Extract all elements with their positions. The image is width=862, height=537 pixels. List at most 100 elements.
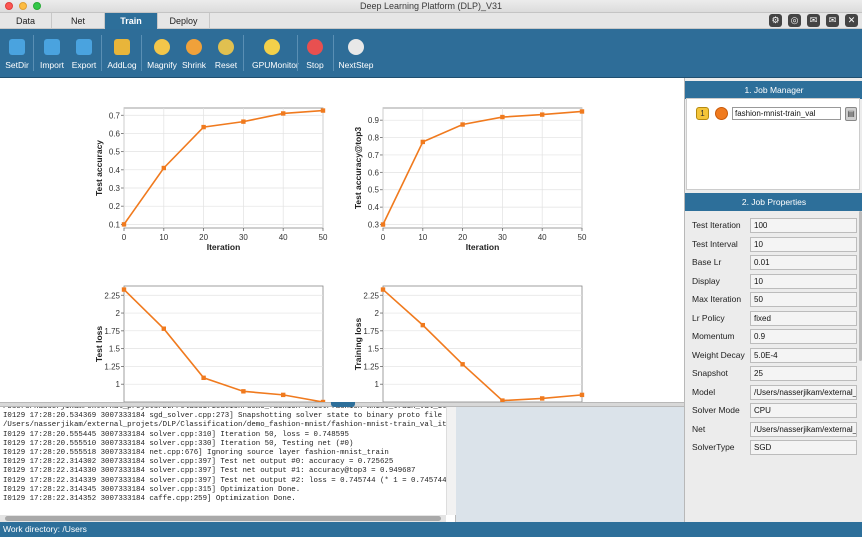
trash-icon[interactable]: ▤ [845, 107, 857, 121]
reset-button[interactable]: Reset [206, 35, 246, 75]
property-value-field[interactable]: 10 [750, 273, 857, 289]
x-tick-label: 10 [418, 233, 427, 242]
property-label: Solver Mode [692, 405, 740, 415]
log-horizontal-scrollbar[interactable] [0, 515, 446, 522]
property-value-field[interactable]: 10 [750, 236, 857, 252]
close-icon[interactable]: ✕ [845, 14, 858, 27]
y-axis-label: Test accuracy [94, 140, 104, 196]
addlog-button[interactable]: AddLog [102, 35, 142, 75]
data-point [420, 322, 425, 328]
x-tick-label: 10 [159, 233, 168, 242]
settings-icon[interactable]: ⚙ [769, 14, 782, 27]
x-tick-label: 50 [319, 233, 328, 242]
addlog-label: AddLog [107, 60, 137, 70]
x-tick-label: 50 [578, 233, 587, 242]
y-tick-label: 2 [116, 309, 121, 318]
y-tick-label: 1.75 [104, 327, 120, 336]
property-value-field[interactable]: CPU [750, 403, 857, 418]
main-tab-bar: Data Net Train Deploy ⚙ ◎ ✉ ✉ ✕ [0, 13, 862, 29]
job-properties-header: 2. Job Properties [685, 193, 862, 211]
shrink-icon [186, 39, 202, 55]
data-point [380, 222, 386, 227]
y-tick-label: 0.6 [109, 129, 121, 138]
data-point [540, 396, 545, 401]
compass-icon[interactable]: ◎ [788, 14, 801, 27]
log-line: I0129 17:28:22.314330 3007333184 solver.… [3, 467, 416, 476]
y-tick-label: 1 [116, 380, 121, 389]
y-tick-label: 0.8 [368, 134, 380, 143]
window-title: Deep Learning Platform (DLP)_V31 [359, 1, 503, 11]
x-axis-label: Iteration [466, 242, 500, 252]
plot-area [382, 107, 583, 229]
log-console[interactable]: /Users/nasserjikam/external_projets/DLP/… [0, 407, 456, 522]
y-tick-label: 0.5 [109, 148, 121, 157]
nextstep-button[interactable]: NextStep [336, 35, 376, 75]
charts-panel: 0.1 0.2 0.3 0.4 0.5 0.6 0.7 0 10 20 30 40 50 Iteratio… [0, 78, 684, 402]
tab-net[interactable]: Net [52, 13, 105, 29]
eye-icon [264, 39, 280, 55]
import-icon [44, 39, 60, 55]
property-value-field[interactable]: 25 [750, 366, 857, 381]
job-status-indicator [715, 107, 728, 120]
toolbar: SetDir Import Export AddLog Magnify Shri… [0, 29, 862, 78]
export-button[interactable]: Export [64, 35, 104, 75]
job-name-field[interactable]: fashion-mnist-train_val [732, 107, 841, 120]
x-tick-label: 0 [381, 233, 386, 242]
gpumonitor-button[interactable]: GPUMonitor [252, 35, 299, 75]
property-label: Test Iteration [692, 220, 741, 230]
y-tick-label: 1.25 [104, 362, 120, 371]
data-point [161, 165, 166, 171]
stop-button[interactable]: Stop [295, 35, 335, 75]
tab-deploy[interactable]: Deploy [158, 13, 210, 29]
y-tick-label: 1.5 [109, 345, 121, 354]
tab-data[interactable]: Data [0, 13, 52, 29]
stop-label: Stop [306, 60, 324, 70]
toolbar-separator [333, 35, 334, 71]
job-index-badge[interactable]: 1 [696, 107, 709, 120]
log-line: /Users/nasserjikam/external_projets/DLP/… [3, 421, 456, 430]
property-value-field[interactable]: 0.01 [750, 255, 857, 270]
log-line: I0129 17:28:20.555445 3007333184 solver.… [3, 430, 349, 439]
plot-area [123, 107, 324, 229]
log-line: I0129 17:28:22.314352 3007333184 caffe.c… [3, 495, 296, 504]
log-scroll-thumb[interactable] [5, 516, 441, 521]
data-point [460, 362, 465, 367]
data-point [579, 109, 585, 114]
stop-icon [307, 39, 323, 55]
mail-icon[interactable]: ✉ [826, 14, 839, 27]
data-point [161, 326, 166, 331]
status-bar: Work directory: /Users [0, 522, 862, 537]
y-tick-label: 0.6 [368, 168, 380, 177]
property-value-field[interactable]: /Users/nasserjikam/external_projets [750, 421, 857, 437]
property-value-field[interactable]: 0.9 [750, 329, 857, 344]
data-point [121, 287, 127, 292]
property-label: Net [692, 423, 706, 434]
export-icon [76, 39, 92, 55]
y-axis-label: Training loss [353, 318, 363, 371]
y-tick-label: 1.75 [363, 327, 379, 336]
data-point [281, 392, 286, 398]
y-tick-label: 0.1 [109, 220, 121, 229]
tab-train[interactable]: Train [105, 13, 158, 29]
gpumonitor-label: GPUMonitor [252, 60, 299, 70]
data-point [500, 114, 505, 120]
charts-canvas: 0.10.20.30.40.50.60.70 10 20 30 40 50Iteratio… [94, 107, 587, 402]
property-value-field[interactable]: /Users/nasserjikam/external_projets [750, 384, 857, 400]
log-vertical-scrollbar[interactable] [446, 407, 456, 515]
data-point [201, 124, 206, 130]
y-tick-label: 0.4 [109, 166, 121, 175]
y-tick-label: 1.25 [363, 362, 379, 371]
property-label: Momentum [692, 331, 735, 341]
folder-open-icon [114, 39, 130, 55]
property-value-field[interactable]: 100 [750, 218, 857, 233]
x-tick-label: 40 [538, 233, 547, 242]
data-point [201, 375, 206, 381]
property-value-field[interactable]: 50 [750, 292, 857, 307]
property-value-field[interactable]: fixed [750, 310, 857, 326]
data-point [540, 112, 545, 117]
chat-icon[interactable]: ✉ [807, 14, 820, 27]
property-value-field[interactable]: 5.0E-4 [750, 347, 857, 363]
y-tick-label: 2.25 [363, 291, 379, 300]
x-tick-label: 20 [199, 233, 208, 242]
property-value-field[interactable]: SGD [750, 440, 857, 455]
